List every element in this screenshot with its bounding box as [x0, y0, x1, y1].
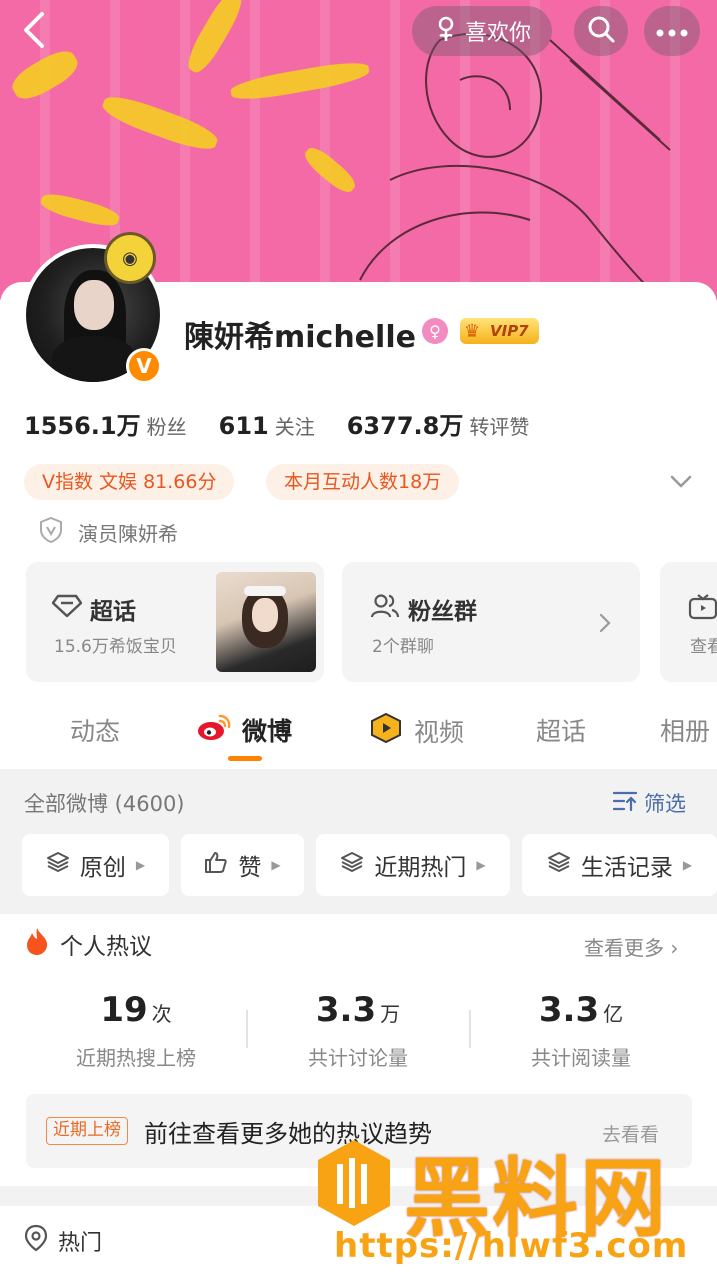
filter-button[interactable]: 筛选: [612, 788, 686, 818]
tab-supertopic[interactable]: 超话: [536, 712, 586, 748]
shield-v-icon: [38, 516, 64, 549]
thumbs-up-icon: [204, 850, 228, 880]
tab-video[interactable]: 视频: [368, 712, 464, 750]
fan-group-subtitle: 2个群聊: [372, 637, 434, 657]
profile-stats: 1556.1万 粉丝 611 关注 6377.8万 转评赞: [24, 406, 529, 441]
metric-discussion: 3.3 万 共计讨论量: [308, 990, 408, 1070]
chip-like[interactable]: 赞 ▶: [181, 834, 304, 896]
flower-icon: [433, 14, 459, 48]
like-you-label: 喜欢你: [464, 21, 531, 46]
video-card-subtitle: 查看: [690, 637, 717, 657]
chevron-right-icon: ›: [670, 936, 679, 960]
profile-tabs: 动态 微博 视频 超话 相册: [0, 700, 717, 768]
metric-reads: 3.3 亿 共计阅读量: [531, 990, 631, 1070]
watermark-logo-icon: [316, 1138, 392, 1228]
female-gender-icon: ♀: [422, 318, 448, 344]
all-weibo-count: 全部微博 (4600): [24, 792, 185, 816]
expand-chevron-down-icon[interactable]: [668, 468, 694, 498]
hot-discussion-title: 个人热议: [24, 926, 152, 962]
search-button[interactable]: [574, 6, 628, 56]
location-pin-icon: [24, 1224, 48, 1258]
followers-count: 1556.1万: [24, 412, 141, 440]
video-card-partial[interactable]: 查看: [660, 562, 717, 682]
avatar-decoration-icon: ◉: [104, 232, 156, 284]
chip-original[interactable]: 原创 ▶: [22, 834, 169, 896]
flame-icon: [24, 926, 50, 962]
vip-badge[interactable]: ♛ VIP7: [460, 318, 539, 344]
metric-hot-search: 19 次 近期热搜上榜: [76, 990, 196, 1070]
sort-hot-button[interactable]: 热门: [24, 1224, 102, 1258]
more-dots-icon: [656, 22, 688, 41]
followers-stat[interactable]: 1556.1万 粉丝: [24, 406, 187, 441]
profile-name: 陳妍希michelle: [184, 320, 416, 355]
active-tab-indicator: [228, 756, 262, 761]
chip-recent-hot[interactable]: 近期热门 ▶: [316, 834, 510, 896]
like-you-button[interactable]: 喜欢你: [412, 6, 552, 56]
supertopic-card[interactable]: 超话 15.6万希饭宝贝: [26, 562, 324, 682]
verification-info: 演员陳妍希: [38, 516, 178, 549]
layers-icon: [547, 850, 571, 880]
trend-tag: 近期上榜: [46, 1117, 128, 1145]
interactions-stat[interactable]: 6377.8万 转评赞: [347, 406, 530, 441]
view-more-link[interactable]: 查看更多 ›: [584, 932, 678, 961]
following-label: 关注: [274, 415, 315, 439]
following-count: 611: [218, 412, 269, 440]
weibo-logo-icon: [196, 712, 232, 748]
tab-weibo[interactable]: 微博: [196, 712, 292, 748]
tv-icon: [688, 594, 717, 624]
filter-icon: [612, 789, 638, 818]
tab-album[interactable]: 相册: [660, 712, 710, 748]
diamond-icon: [51, 594, 83, 624]
fan-group-title: 粉丝群: [370, 592, 477, 626]
supertopic-photo: [216, 572, 316, 672]
following-stat[interactable]: 611 关注: [219, 411, 315, 440]
supertopic-title: 超话: [51, 592, 136, 626]
users-icon: [370, 593, 400, 625]
tab-dynamics[interactable]: 动态: [70, 712, 120, 748]
fan-group-card[interactable]: 粉丝群 2个群聊: [342, 562, 640, 682]
watermark-url: https://hlwf3.com: [334, 1226, 689, 1266]
interactions-label: 转评赞: [469, 415, 530, 439]
video-badge-icon: [368, 712, 404, 750]
layers-icon: [340, 850, 364, 880]
followers-label: 粉丝: [146, 415, 187, 439]
crown-icon: ♛: [464, 321, 481, 342]
verification-text: 演员陳妍希: [78, 522, 178, 546]
verified-badge: V: [126, 348, 162, 384]
monthly-interaction-tag[interactable]: 本月互动人数18万: [266, 464, 460, 500]
supertopic-subtitle: 15.6万希饭宝贝: [54, 637, 177, 657]
more-button[interactable]: [644, 6, 700, 56]
layers-icon: [46, 850, 70, 880]
chevron-right-icon: [598, 612, 612, 638]
chip-life-record[interactable]: 生活记录 ▶: [522, 834, 717, 896]
search-icon: [586, 14, 616, 48]
v-index-tag[interactable]: V指数 文娱 81.66分: [24, 464, 235, 500]
vip-label: VIP7: [490, 322, 529, 340]
interactions-count: 6377.8万: [346, 412, 464, 440]
back-button[interactable]: [14, 10, 54, 50]
